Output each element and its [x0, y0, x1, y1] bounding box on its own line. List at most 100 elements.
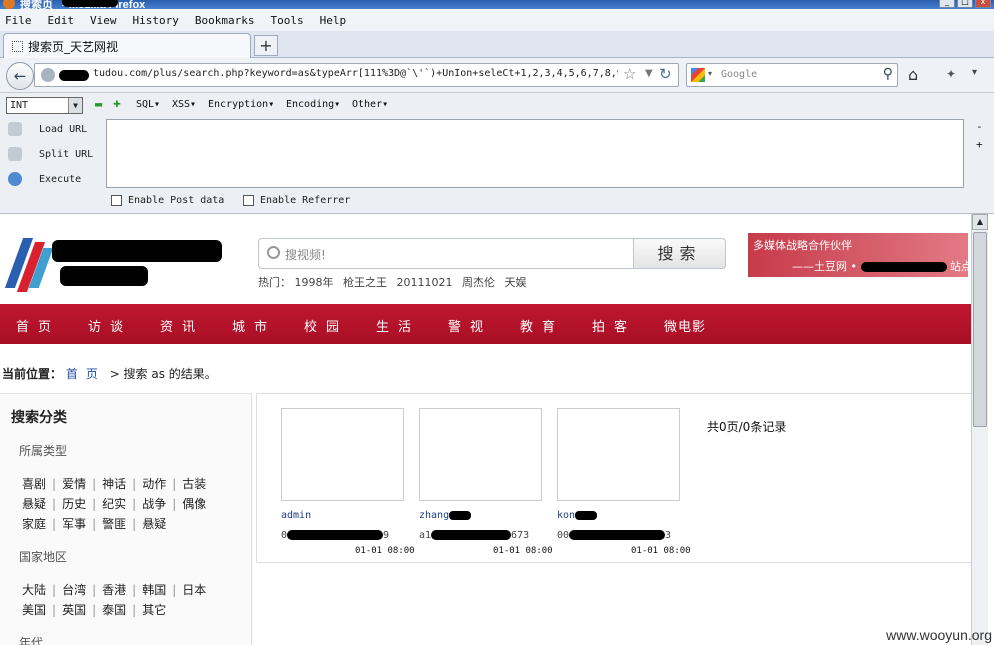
- category-link[interactable]: 爱情: [62, 477, 86, 491]
- category-link[interactable]: 喜剧: [22, 477, 46, 491]
- chevron-down-icon[interactable]: ▾: [708, 69, 712, 78]
- region-link[interactable]: 台湾: [62, 583, 86, 597]
- category-link[interactable]: 战争: [142, 497, 166, 511]
- url-textarea[interactable]: [106, 119, 964, 188]
- result-card[interactable]: admin 09 01-01 08:00: [281, 408, 419, 556]
- home-icon[interactable]: ⌂: [908, 65, 918, 84]
- search-bar[interactable]: ▾ Google ⚲: [686, 63, 898, 87]
- menu-encryption[interactable]: Encryption▾: [208, 99, 274, 110]
- category-link[interactable]: 警匪: [102, 517, 126, 531]
- region-link[interactable]: 韩国: [142, 583, 166, 597]
- url-text[interactable]: tudou.com/plus/search.php?keyword=as&typ…: [93, 68, 618, 79]
- nav-item[interactable]: 首页: [16, 316, 60, 335]
- load-url-button[interactable]: Load URL: [8, 122, 87, 136]
- hot-term[interactable]: 20111021: [397, 276, 453, 289]
- minus-icon[interactable]: ▬: [95, 97, 102, 111]
- category-link[interactable]: 历史: [62, 497, 86, 511]
- scrollbar-thumb[interactable]: [973, 232, 987, 427]
- menu-encoding[interactable]: Encoding▾: [286, 99, 340, 110]
- url-bar[interactable]: tudou.com/plus/search.php?keyword=as&typ…: [34, 63, 679, 87]
- menu-tools[interactable]: Tools: [270, 14, 303, 27]
- hot-term[interactable]: 枪王之王: [343, 276, 387, 289]
- region-link[interactable]: 英国: [62, 603, 86, 617]
- region-link[interactable]: 美国: [22, 603, 46, 617]
- nav-item[interactable]: 城市: [232, 316, 276, 335]
- category-link[interactable]: 军事: [62, 517, 86, 531]
- close-button[interactable]: x: [975, 0, 991, 8]
- back-button[interactable]: ←: [6, 62, 34, 90]
- hot-term[interactable]: 1998年: [295, 276, 334, 289]
- result-thumbnail[interactable]: [281, 408, 404, 501]
- menu-history[interactable]: History: [133, 14, 179, 27]
- nav-item[interactable]: 警视: [448, 316, 492, 335]
- nav-item[interactable]: 生活: [376, 316, 420, 335]
- chevron-down-icon[interactable]: ▼: [645, 68, 653, 79]
- category-link[interactable]: 纪实: [102, 497, 126, 511]
- result-card[interactable]: kon 00 3 01-01 08:00: [557, 408, 695, 556]
- region-link[interactable]: 大陆: [22, 583, 46, 597]
- menu-view[interactable]: View: [90, 14, 117, 27]
- region-link[interactable]: 日本: [182, 583, 206, 597]
- checkbox-box[interactable]: [111, 195, 122, 206]
- menu-sql[interactable]: SQL▾: [136, 99, 160, 110]
- menu-help[interactable]: Help: [320, 14, 347, 27]
- category-link[interactable]: 动作: [142, 477, 166, 491]
- breadcrumb-home[interactable]: 首页: [66, 367, 106, 381]
- region-link[interactable]: 其它: [142, 603, 166, 617]
- menu-file[interactable]: File: [5, 14, 32, 27]
- region-link[interactable]: 泰国: [102, 603, 126, 617]
- result-title[interactable]: zhang: [419, 510, 472, 521]
- menu-bookmarks[interactable]: Bookmarks: [195, 14, 255, 27]
- category-link[interactable]: 神话: [102, 477, 126, 491]
- result-card[interactable]: zhang a1 673 01-01 08:00: [419, 408, 557, 556]
- maximize-button[interactable]: □: [957, 0, 973, 8]
- expand-icon[interactable]: +: [976, 138, 983, 151]
- partner-banner[interactable]: 多媒体战略合作伙伴 ——土豆网 • 站点: [748, 233, 972, 277]
- category-link[interactable]: 悬疑: [22, 497, 46, 511]
- result-title[interactable]: admin: [281, 510, 311, 521]
- site-search-button[interactable]: 搜索: [633, 238, 726, 269]
- region-link[interactable]: 香港: [102, 583, 126, 597]
- category-link[interactable]: 偶像: [182, 497, 206, 511]
- google-icon[interactable]: [691, 68, 705, 82]
- scroll-up-icon[interactable]: ▲: [972, 214, 988, 230]
- tab-search-page[interactable]: 搜索页_天艺网视: [3, 33, 251, 58]
- site-logo[interactable]: [4, 234, 54, 294]
- menu-edit[interactable]: Edit: [48, 14, 75, 27]
- checkbox-box[interactable]: [243, 195, 254, 206]
- execute-button[interactable]: Execute: [8, 172, 81, 186]
- result-title[interactable]: kon: [557, 510, 598, 521]
- plus-icon[interactable]: ✚: [113, 96, 121, 111]
- nav-item[interactable]: 微电影: [664, 316, 706, 335]
- nav-item[interactable]: 资讯: [160, 316, 204, 335]
- nav-item[interactable]: 教育: [520, 316, 564, 335]
- bookmark-star-icon[interactable]: ☆: [623, 65, 636, 83]
- enable-referrer-checkbox[interactable]: Enable Referrer: [243, 195, 350, 206]
- reload-icon[interactable]: ↻: [659, 65, 672, 83]
- addon-icon[interactable]: ✦: [946, 67, 956, 81]
- hot-term[interactable]: 周杰伦: [462, 276, 495, 289]
- shrink-icon[interactable]: -: [976, 120, 983, 133]
- hot-term[interactable]: 天娱: [505, 276, 527, 289]
- category-row: 家庭 | 军事 | 警匪 | 悬疑: [22, 517, 167, 531]
- enable-post-checkbox[interactable]: Enable Post data: [111, 195, 224, 206]
- nav-item[interactable]: 校园: [304, 316, 348, 335]
- result-thumbnail[interactable]: [557, 408, 680, 501]
- nav-item[interactable]: 拍客: [592, 316, 636, 335]
- nav-item[interactable]: 访谈: [88, 316, 132, 335]
- site-search-input[interactable]: 搜视频!: [258, 238, 634, 269]
- category-link[interactable]: 悬疑: [142, 517, 166, 531]
- minimize-button[interactable]: _: [939, 0, 955, 8]
- split-url-button[interactable]: Split URL: [8, 147, 93, 161]
- result-thumbnail[interactable]: [419, 408, 542, 501]
- menu-other[interactable]: Other▾: [352, 99, 388, 110]
- menu-xss[interactable]: XSS▾: [172, 99, 196, 110]
- page-scrollbar[interactable]: ▲: [971, 214, 988, 645]
- category-link[interactable]: 古装: [182, 477, 206, 491]
- new-tab-button[interactable]: +: [254, 35, 278, 56]
- menu-chevron-icon[interactable]: ▾: [972, 67, 977, 78]
- search-icon[interactable]: ⚲: [883, 66, 893, 82]
- chevron-down-icon[interactable]: ▼: [68, 98, 82, 113]
- type-select[interactable]: INT ▼: [6, 97, 83, 114]
- category-link[interactable]: 家庭: [22, 517, 46, 531]
